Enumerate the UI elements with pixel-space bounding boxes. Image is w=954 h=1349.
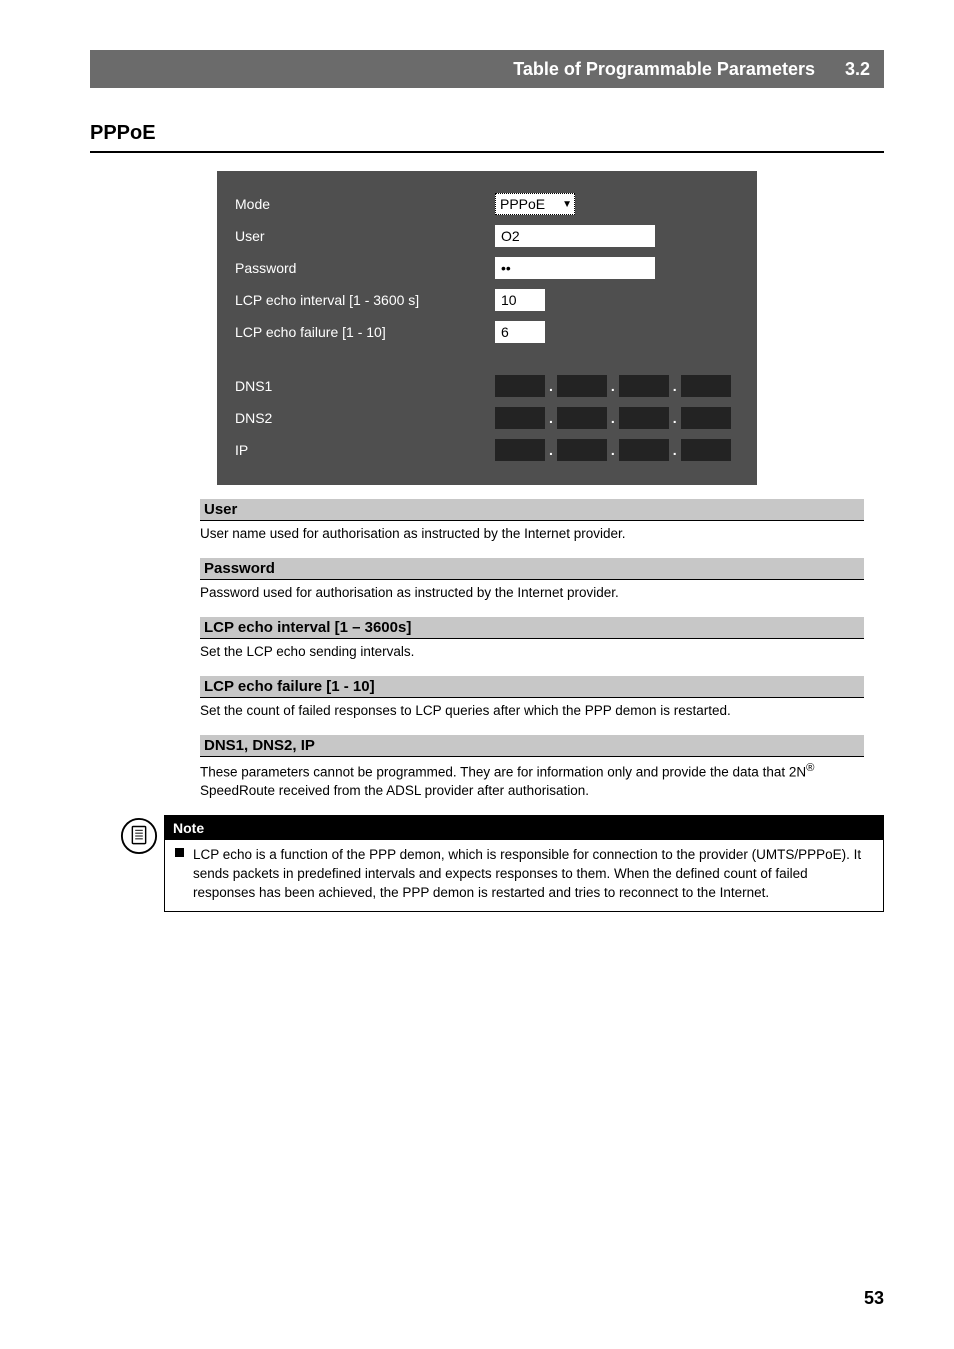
mode-select[interactable]: PPPoE ▼ [495, 193, 575, 215]
label-password: Password [235, 260, 495, 276]
label-dns2: DNS2 [235, 410, 495, 426]
lcp-interval-value: 10 [501, 292, 517, 308]
label-mode: Mode [235, 196, 495, 212]
dns1-octet-4 [681, 375, 731, 397]
dns1-octet-3 [619, 375, 669, 397]
body-lcp-interval: Set the LCP echo sending intervals. [200, 639, 864, 662]
lcp-failure-value: 6 [501, 324, 509, 340]
ip-dot: . [673, 410, 677, 426]
dns1-octet-2 [557, 375, 607, 397]
row-lcp-interval: LCP echo interval [1 - 3600 s] 10 [235, 289, 739, 311]
dns1-ip-display: . . . [495, 375, 731, 397]
lcp-interval-input[interactable]: 10 [495, 289, 545, 311]
ip-octet-3 [619, 439, 669, 461]
pppoe-settings-panel: Mode PPPoE ▼ User O2 Password •• LCP ech… [217, 171, 757, 485]
ip-octet-1 [495, 439, 545, 461]
label-user: User [235, 228, 495, 244]
label-lcp-failure: LCP echo failure [1 - 10] [235, 324, 495, 340]
dns2-octet-1 [495, 407, 545, 429]
body-dns-ip-pre: These parameters cannot be programmed. T… [200, 764, 806, 779]
password-input[interactable]: •• [495, 257, 655, 279]
body-dns-ip-post: SpeedRoute received from the ADSL provid… [200, 783, 589, 798]
body-dns-ip-reg: ® [806, 762, 814, 774]
body-user: User name used for authorisation as inst… [200, 521, 864, 544]
heading-lcp-interval: LCP echo interval [1 – 3600s] [200, 617, 864, 639]
dns1-octet-1 [495, 375, 545, 397]
body-dns-ip: These parameters cannot be programmed. T… [200, 757, 864, 801]
heading-password: Password [200, 558, 864, 580]
dns2-ip-display: . . . [495, 407, 731, 429]
heading-user: User [200, 499, 864, 521]
ip-octet-2 [557, 439, 607, 461]
ip-display: . . . [495, 439, 731, 461]
row-mode: Mode PPPoE ▼ [235, 193, 739, 215]
section-title-pppoe: PPPoE [90, 118, 884, 153]
row-dns1: DNS1 . . . [235, 375, 739, 397]
user-input[interactable]: O2 [495, 225, 655, 247]
password-input-value: •• [501, 260, 511, 276]
row-dns2: DNS2 . . . [235, 407, 739, 429]
page-header: Table of Programmable Parameters 3.2 [90, 50, 884, 88]
label-dns1: DNS1 [235, 378, 495, 394]
row-password: Password •• [235, 257, 739, 279]
label-lcp-interval: LCP echo interval [1 - 3600 s] [235, 292, 495, 308]
ip-octet-4 [681, 439, 731, 461]
user-input-value: O2 [501, 228, 520, 244]
lcp-failure-input[interactable]: 6 [495, 321, 545, 343]
ip-dot: . [611, 410, 615, 426]
row-user: User O2 [235, 225, 739, 247]
header-title: Table of Programmable Parameters [104, 59, 845, 80]
mode-select-value: PPPoE [500, 196, 545, 212]
note-body: LCP echo is a function of the PPP demon,… [165, 840, 883, 911]
note-icon [120, 817, 158, 855]
page-number: 53 [864, 1288, 884, 1309]
ip-dot: . [549, 442, 553, 458]
body-password: Password used for authorisation as instr… [200, 580, 864, 603]
ip-dot: . [611, 442, 615, 458]
row-ip: IP . . . [235, 439, 739, 461]
header-section-number: 3.2 [845, 59, 870, 80]
body-lcp-failure: Set the count of failed responses to LCP… [200, 698, 864, 721]
note-title: Note [165, 816, 883, 840]
ip-dot: . [549, 410, 553, 426]
label-ip: IP [235, 442, 495, 458]
note-body-text: LCP echo is a function of the PPP demon,… [193, 847, 861, 900]
ip-dot: . [673, 378, 677, 394]
ip-dot: . [611, 378, 615, 394]
heading-dns-ip: DNS1, DNS2, IP [200, 735, 864, 757]
dns2-octet-3 [619, 407, 669, 429]
ip-dot: . [673, 442, 677, 458]
dns2-octet-2 [557, 407, 607, 429]
ip-dot: . [549, 378, 553, 394]
chevron-down-icon: ▼ [562, 199, 572, 210]
note-box: Note LCP echo is a function of the PPP d… [164, 815, 884, 912]
note-bullet-icon [175, 848, 184, 857]
row-lcp-failure: LCP echo failure [1 - 10] 6 [235, 321, 739, 343]
dns2-octet-4 [681, 407, 731, 429]
heading-lcp-failure: LCP echo failure [1 - 10] [200, 676, 864, 698]
